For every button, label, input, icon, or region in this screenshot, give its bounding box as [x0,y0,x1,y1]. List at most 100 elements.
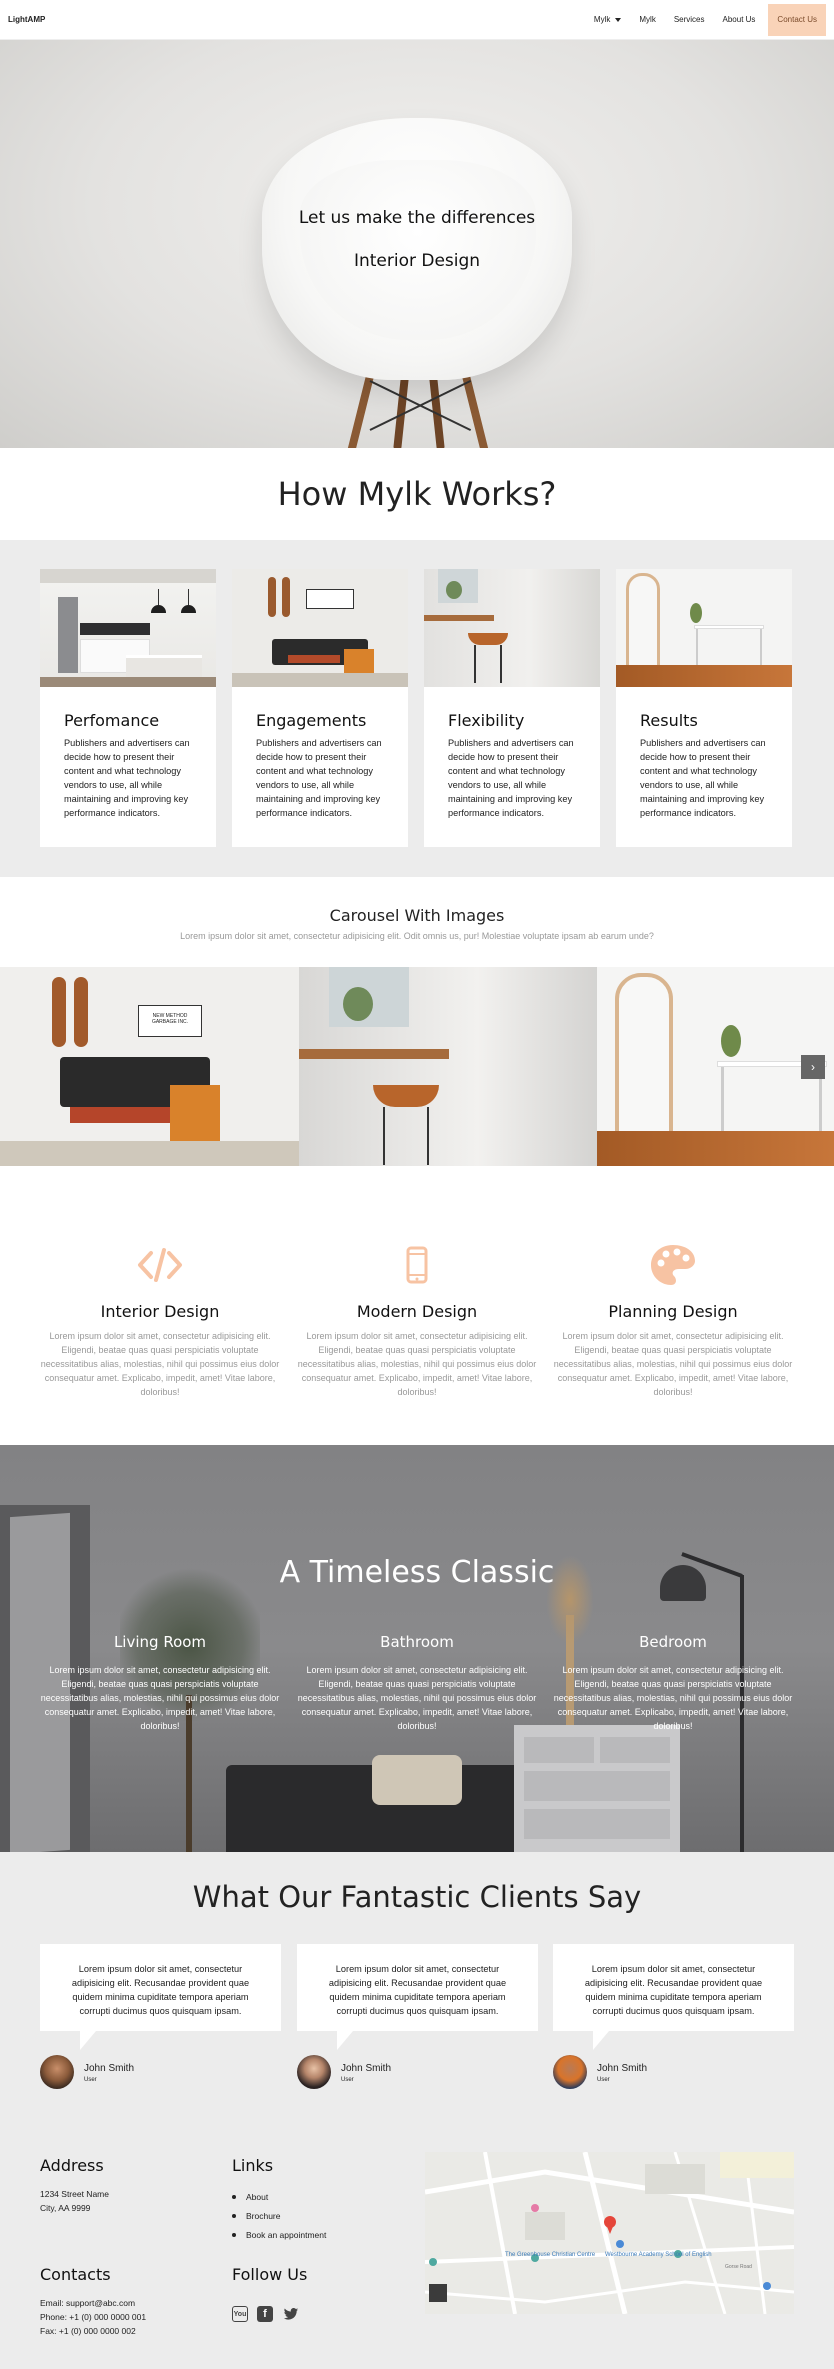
contact-fax: Fax: +1 (0) 000 0000 002 [40,2326,136,2336]
testimonial-role: User [341,2077,354,2083]
testimonial-role: User [84,2077,97,2083]
timeless-col-bedroom: Bedroom Lorem ipsum dolor sit amet, cons… [553,1633,793,1733]
card-image-kitchen [40,569,216,687]
youtube-icon[interactable]: You [232,2306,248,2322]
card-image-living-room [232,569,408,687]
twitter-icon[interactable] [282,2306,300,2322]
footer-link-label: About [246,2191,269,2202]
timeless-col-text: Lorem ipsum dolor sit amet, consectetur … [297,1665,537,1731]
carousel-slide-mirror[interactable] [597,967,834,1166]
card-text: Publishers and advertisers can decide ho… [64,738,190,818]
map-embed[interactable]: The Greenhouse Christian Centre Westbour… [425,2152,794,2314]
card-title: Results [640,711,698,730]
footer-link-appointment[interactable]: Book an appointment [232,2225,326,2244]
timeless-col-living: Living Room Lorem ipsum dolor sit amet, … [40,1633,280,1733]
timeless-col-title: Bedroom [639,1633,707,1651]
brand-logo[interactable]: LightAMP [8,15,45,24]
timeless-col-title: Living Room [113,1633,207,1651]
feature-text: Lorem ipsum dolor sit amet, consectetur … [40,1331,280,1397]
contact-phone[interactable]: Phone: +1 (0) 000 0000 001 [40,2310,146,2324]
facebook-icon-label: f [263,2308,267,2320]
hero-subheading: Interior Design [353,251,481,271]
card-text: Publishers and advertisers can decide ho… [448,738,574,818]
feature-title: Modern Design [356,1302,478,1321]
feature-planning: Planning Design Lorem ipsum dolor sit am… [553,1240,793,1399]
testimonial-quote: Lorem ipsum dolor sit amet, consectetur … [553,1944,794,2050]
address-line-1: 1234 Street Name [40,2189,109,2199]
feature-text: Lorem ipsum dolor sit amet, consectetur … [553,1331,793,1397]
card-text: Publishers and advertisers can decide ho… [640,738,766,818]
footer-link-label: Book an appointment [246,2229,327,2240]
map-place-label: The Greenhouse Christian Centre [505,2252,596,2258]
feature-modern: Modern Design Lorem ipsum dolor sit amet… [297,1240,537,1399]
card-text: Publishers and advertisers can decide ho… [256,738,382,818]
testimonial-name: John Smith [341,2063,392,2074]
card-title: Perfomance [64,711,160,730]
card-flexibility: Flexibility Publishers and advertisers c… [424,569,600,847]
how-section-title: How Mylk Works? [277,475,557,513]
testimonial-quote: Lorem ipsum dolor sit amet, consectetur … [40,1944,281,2050]
testimonial-role: User [597,2077,610,2083]
map-place-label: Gorse Road [725,2264,752,2270]
links-heading: Links [232,2156,274,2175]
carousel-slide-living[interactable]: NEW METHOD GARBAGE INC. [0,967,299,1166]
nav-link-mylk[interactable]: Mylk [630,15,664,24]
footer-link-brochure[interactable]: Brochure [232,2206,326,2225]
hero-heading: Let us make the differences [298,208,536,228]
nav-links: Mylk Mylk Services About Us Contact Us [585,0,826,39]
sign-line-2: GARBAGE INC. [151,1019,189,1025]
avatar [297,2055,331,2089]
timeless-col-text: Lorem ipsum dolor sit amet, consectetur … [553,1665,793,1731]
timeless-title: A Timeless Classic [279,1555,555,1590]
testimonials-title: What Our Fantastic Clients Say [192,1880,642,1914]
address-heading: Address [40,2156,104,2175]
nav-link-about[interactable]: About Us [714,15,765,24]
address-line-2: City, AA 9999 [40,2203,91,2213]
card-performance: Perfomance Publishers and advertisers ca… [40,569,216,847]
card-image-stool [424,569,600,687]
carousel-slide-stool[interactable] [299,967,597,1166]
footer-link-label: Brochure [246,2210,281,2221]
social-icons: You f [232,2306,300,2322]
card-title: Engagements [256,711,367,730]
card-engagements: Engagements Publishers and advertisers c… [232,569,408,847]
carousel-title: Carousel With Images [329,906,505,925]
code-icon [40,1240,280,1290]
avatar [553,2055,587,2089]
feature-text: Lorem ipsum dolor sit amet, consectetur … [297,1331,537,1397]
contact-email[interactable]: Email: support@abc.com [40,2296,135,2310]
testimonial-name: John Smith [84,2063,135,2074]
map-place-label: Westbourne Academy School of English [605,2252,712,2258]
feature-interior: Interior Design Lorem ipsum dolor sit am… [40,1240,280,1399]
palette-icon [553,1240,793,1290]
phone-icon [297,1240,537,1290]
avatar [40,2055,74,2089]
nav-dropdown-label: Mylk [593,15,611,24]
footer-link-about[interactable]: About [232,2187,326,2206]
contact-button[interactable]: Contact Us [768,3,826,36]
testimonial-name: John Smith [597,2063,648,2074]
nav-dropdown-mylk[interactable]: Mylk [585,15,630,24]
page: LightAMP Mylk Mylk Services About Us Con… [0,0,834,2369]
nav-link-services[interactable]: Services [665,15,714,24]
youtube-icon-label: You [233,2310,247,2318]
timeless-col-text: Lorem ipsum dolor sit amet, consectetur … [40,1665,280,1731]
feature-title: Interior Design [100,1302,220,1321]
chevron-down-icon [615,17,622,22]
timeless-col-bathroom: Bathroom Lorem ipsum dolor sit amet, con… [297,1633,537,1733]
card-title: Flexibility [448,711,525,730]
testimonial-quote: Lorem ipsum dolor sit amet, consectetur … [297,1944,538,2050]
contacts-heading: Contacts [40,2265,111,2284]
chevron-right-icon: › [811,1060,815,1074]
carousel-next-button[interactable]: › [801,1055,825,1079]
top-nav: LightAMP Mylk Mylk Services About Us Con… [0,0,834,40]
footer-links: About Brochure Book an appointment [232,2187,326,2244]
feature-title: Planning Design [608,1302,738,1321]
follow-heading: Follow Us [232,2265,308,2284]
facebook-icon[interactable]: f [257,2306,273,2322]
timeless-section: A Timeless Classic Living Room Lorem ips… [0,1445,834,1852]
card-image-mirror [616,569,792,687]
hero-banner: Let us make the differences Interior Des… [0,40,834,448]
timeless-col-title: Bathroom [380,1633,454,1651]
card-results: Results Publishers and advertisers can d… [616,569,792,847]
